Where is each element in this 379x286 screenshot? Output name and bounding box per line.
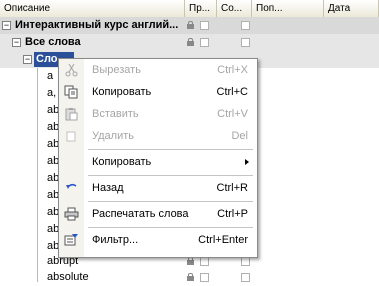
menu-separator — [88, 201, 253, 202]
menu-item-shortcut: Ctrl+R — [216, 182, 248, 194]
checkbox[interactable] — [200, 21, 209, 30]
submenu-arrow-icon — [245, 159, 249, 165]
checkbox[interactable] — [200, 273, 209, 282]
menu-item-shortcut: Ctrl+X — [217, 64, 248, 76]
column-so[interactable]: Со... — [217, 0, 252, 17]
word-label: a, — [47, 87, 57, 99]
tree-row-root[interactable]: − Интерактивный курс англий... — [0, 17, 379, 34]
filter-icon — [64, 234, 78, 246]
checkbox[interactable] — [200, 38, 209, 47]
menu-item-shortcut: Del — [231, 130, 248, 142]
menu-item-filter[interactable]: Фильтр... Ctrl+Enter — [59, 229, 257, 251]
checkbox[interactable] — [241, 257, 250, 266]
collapse-icon[interactable]: − — [23, 55, 32, 64]
menu-item-copy[interactable]: Копировать Ctrl+C — [59, 81, 257, 103]
column-date[interactable]: Дата — [324, 0, 379, 17]
lock-icon — [187, 273, 194, 281]
tree-row-group[interactable]: − Все слова — [0, 34, 379, 51]
delete-icon — [66, 131, 76, 142]
collapse-icon[interactable]: − — [12, 38, 21, 47]
menu-item-delete[interactable]: Удалить Del — [59, 125, 257, 147]
column-pr[interactable]: Пр... — [185, 0, 217, 17]
menu-item-label: Назад — [92, 182, 124, 194]
checkbox[interactable] — [241, 38, 250, 47]
menu-item-label: Вставить — [92, 108, 139, 120]
checkbox[interactable] — [241, 273, 250, 282]
scissors-icon — [65, 63, 78, 77]
printer-icon — [64, 207, 79, 221]
menu-item-paste[interactable]: Вставить Ctrl+V — [59, 103, 257, 125]
menu-item-shortcut: Ctrl+C — [216, 86, 248, 98]
menu-item-label: Копировать — [92, 156, 152, 168]
menu-item-label: Фильтр... — [92, 234, 139, 246]
menu-separator — [88, 175, 253, 176]
lock-icon — [187, 21, 194, 29]
checkbox[interactable] — [200, 257, 209, 266]
menu-item-label: Распечатать слова — [92, 208, 189, 220]
context-menu: Вырезать Ctrl+X Копировать Ctrl+C Встави… — [58, 58, 258, 258]
copy-icon — [64, 85, 78, 99]
tree-row-word[interactable]: absolute — [0, 269, 379, 286]
column-header: Описание Пр... Со... Поп... Дата — [0, 0, 379, 18]
menu-separator — [88, 149, 253, 150]
lock-icon — [187, 38, 194, 46]
collapse-icon[interactable]: − — [2, 21, 11, 30]
menu-item-cut[interactable]: Вырезать Ctrl+X — [59, 59, 257, 81]
column-description[interactable]: Описание — [0, 0, 185, 17]
menu-separator — [88, 227, 253, 228]
lock-icon — [187, 257, 194, 265]
menu-item-label: Копировать — [92, 86, 152, 98]
back-arrow-icon — [66, 183, 77, 189]
menu-item-print-words[interactable]: Распечатать слова Ctrl+P — [59, 203, 257, 225]
menu-item-shortcut: Ctrl+P — [217, 208, 248, 220]
word-label: absolute — [47, 271, 89, 283]
tree-group-label: Все слова — [25, 36, 81, 48]
tree-root-label: Интерактивный курс англий... — [15, 19, 179, 31]
menu-item-shortcut: Ctrl+Enter — [198, 234, 248, 246]
menu-item-copy-submenu[interactable]: Копировать — [59, 151, 257, 173]
checkbox[interactable] — [241, 21, 250, 30]
menu-item-label: Удалить — [92, 130, 134, 142]
menu-item-shortcut: Ctrl+V — [217, 108, 248, 120]
column-pop[interactable]: Поп... — [252, 0, 324, 17]
paste-icon — [65, 108, 78, 121]
menu-item-label: Вырезать — [92, 64, 141, 76]
menu-item-back[interactable]: Назад Ctrl+R — [59, 177, 257, 199]
word-label: a — [47, 70, 54, 82]
